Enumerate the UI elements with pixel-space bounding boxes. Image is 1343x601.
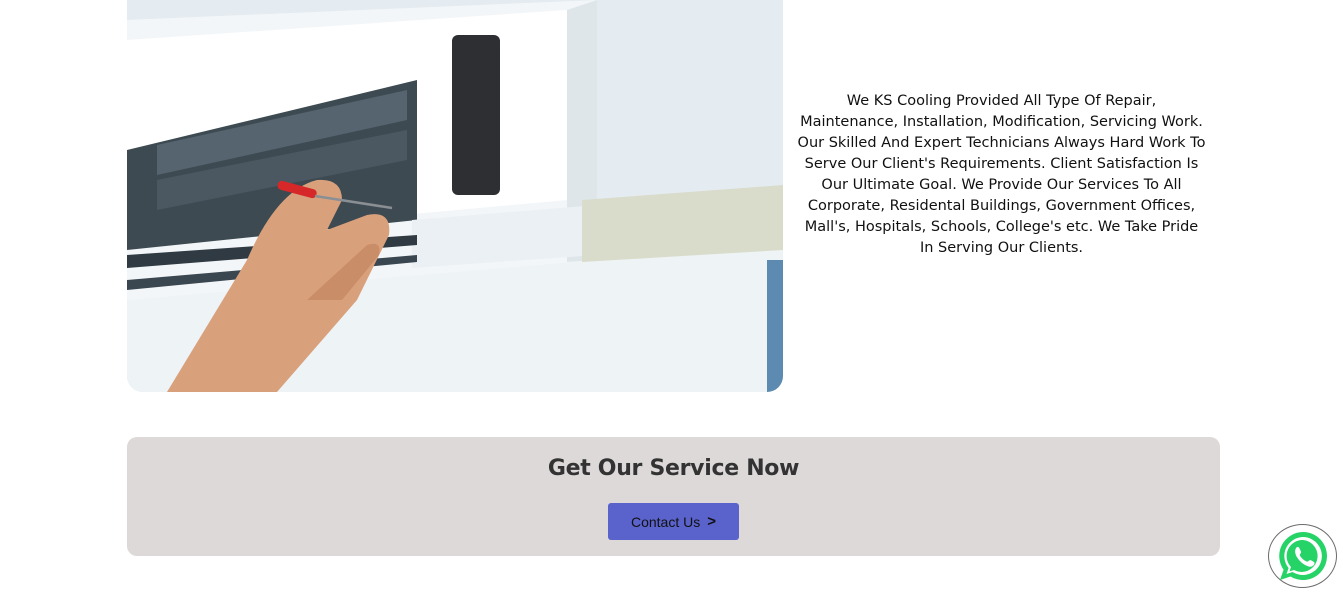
contact-us-button[interactable]: Contact Us > bbox=[608, 503, 739, 540]
whatsapp-icon bbox=[1278, 532, 1327, 580]
cta-title: Get Our Service Now bbox=[547, 456, 800, 481]
contact-us-label: Contact Us bbox=[630, 513, 701, 530]
whatsapp-button[interactable] bbox=[1268, 524, 1337, 588]
about-description: We KS Cooling Provided All Type Of Repai… bbox=[797, 93, 1206, 256]
cta-banner: Get Our Service Now Contact Us > bbox=[127, 437, 1220, 556]
hero-image bbox=[127, 0, 783, 392]
chevron-right-icon: > bbox=[707, 513, 716, 530]
